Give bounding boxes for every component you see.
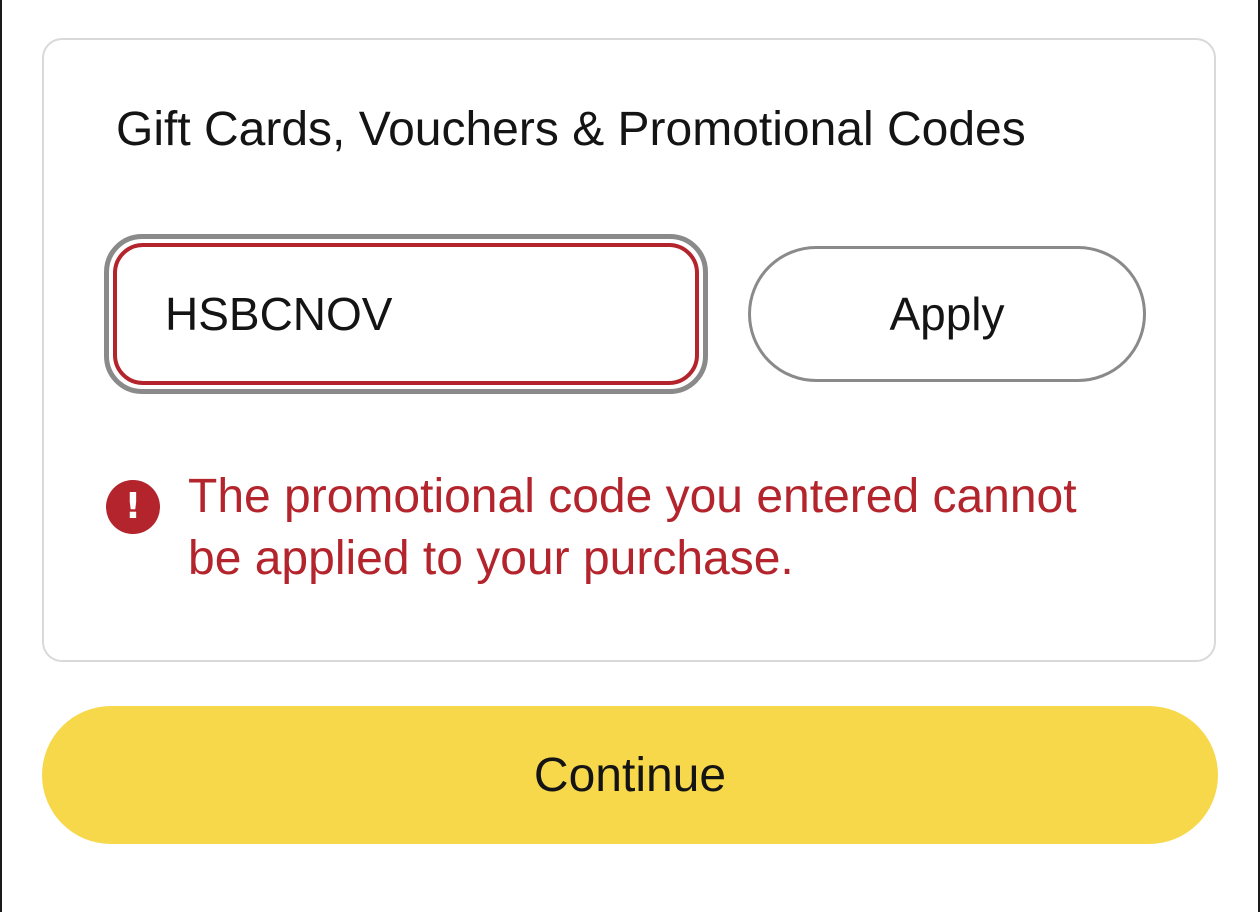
promo-section-title: Gift Cards, Vouchers & Promotional Codes [116, 103, 1026, 156]
apply-button[interactable]: Apply [748, 246, 1146, 382]
error-exclamation-icon: ! [106, 480, 160, 534]
error-text: The promotional code you entered cannot … [188, 470, 1077, 585]
continue-button[interactable]: Continue [42, 706, 1218, 844]
promo-code-card: Gift Cards, Vouchers & Promotional Codes… [42, 38, 1216, 662]
promo-code-field[interactable] [104, 234, 708, 394]
promo-code-input[interactable] [113, 243, 699, 385]
screen-edge-left [0, 0, 2, 912]
